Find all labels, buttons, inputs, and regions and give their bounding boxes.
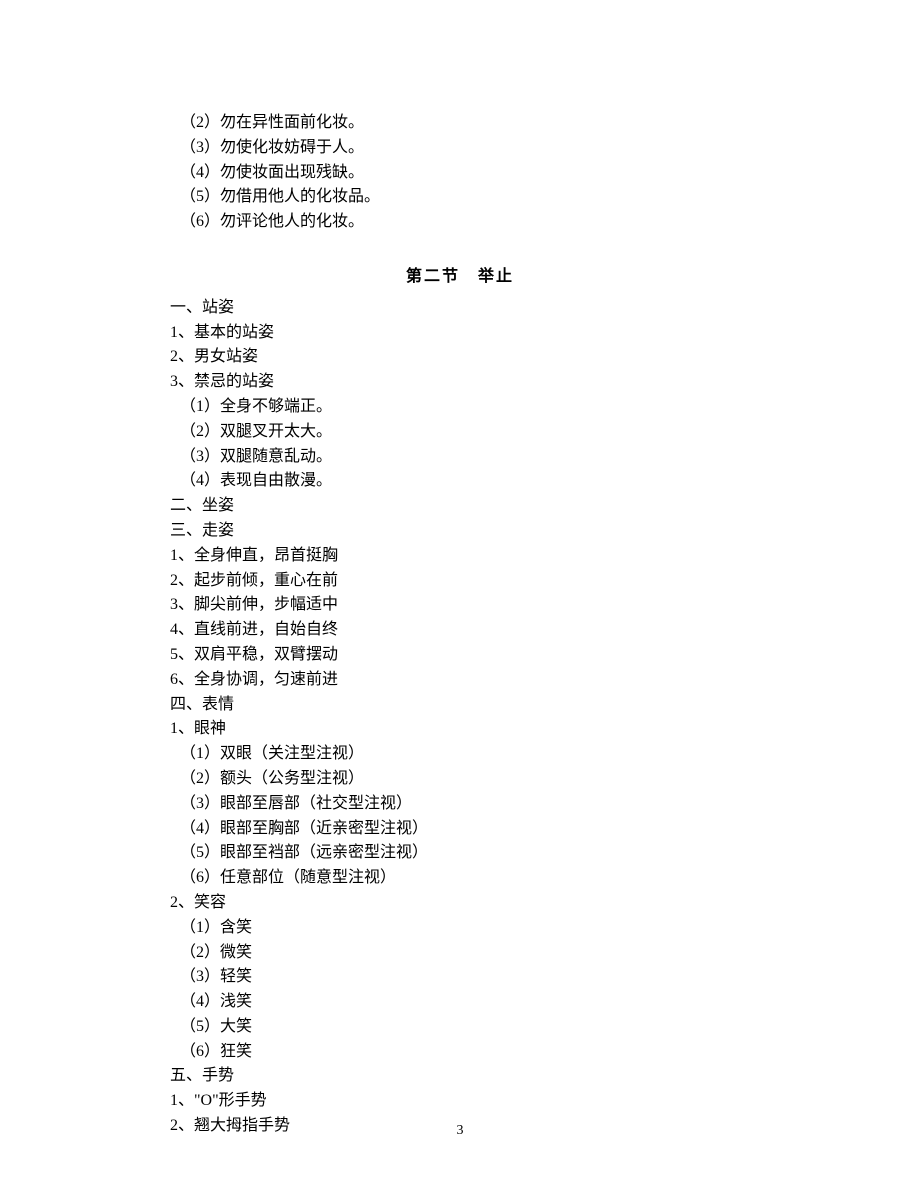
text-line: 1、全身伸直，昂首挺胸: [170, 544, 750, 569]
text-line: 2、男女站姿: [170, 345, 750, 370]
text-line: 1、眼神: [170, 717, 750, 742]
text-line: （2）双腿叉开太大。: [170, 420, 750, 445]
text-line: 二、坐姿: [170, 494, 750, 519]
page-content: （2）勿在异性面前化妆。（3）勿使化妆妨碍于人。（4）勿使妆面出现残缺。（5）勿…: [0, 0, 920, 1139]
text-line: （3）轻笑: [170, 965, 750, 990]
text-line: （1）全身不够端正。: [170, 395, 750, 420]
top-block: （2）勿在异性面前化妆。（3）勿使化妆妨碍于人。（4）勿使妆面出现残缺。（5）勿…: [170, 111, 750, 235]
text-line: 一、站姿: [170, 296, 750, 321]
text-line: （4）眼部至胸部（近亲密型注视）: [170, 817, 750, 842]
body-block: 一、站姿1、基本的站姿2、男女站姿3、禁忌的站姿（1）全身不够端正。（2）双腿叉…: [170, 296, 750, 1139]
text-line: （5）勿借用他人的化妆品。: [170, 185, 750, 210]
text-line: 2、笑容: [170, 891, 750, 916]
text-line: （6）任意部位（随意型注视）: [170, 866, 750, 891]
text-line: （2）微笑: [170, 941, 750, 966]
text-line: 3、脚尖前伸，步幅适中: [170, 593, 750, 618]
text-line: 1、基本的站姿: [170, 321, 750, 346]
text-line: 4、直线前进，自始自终: [170, 618, 750, 643]
text-line: （2）额头（公务型注视）: [170, 767, 750, 792]
text-line: （5）大笑: [170, 1015, 750, 1040]
section-title: 第二节 举止: [170, 265, 750, 290]
text-line: （3）勿使化妆妨碍于人。: [170, 136, 750, 161]
text-line: 1、"O"形手势: [170, 1089, 750, 1114]
page-number: 3: [0, 1123, 920, 1139]
text-line: （3）双腿随意乱动。: [170, 445, 750, 470]
text-line: 四、表情: [170, 693, 750, 718]
text-line: （1）含笑: [170, 916, 750, 941]
text-line: 2、起步前倾，重心在前: [170, 569, 750, 594]
text-line: （3）眼部至唇部（社交型注视）: [170, 792, 750, 817]
text-line: （4）浅笑: [170, 990, 750, 1015]
text-line: 三、走姿: [170, 519, 750, 544]
text-line: （4）表现自由散漫。: [170, 469, 750, 494]
text-line: 6、全身协调，匀速前进: [170, 668, 750, 693]
text-line: （2）勿在异性面前化妆。: [170, 111, 750, 136]
text-line: 3、禁忌的站姿: [170, 370, 750, 395]
text-line: （1）双眼（关注型注视）: [170, 742, 750, 767]
text-line: 5、双肩平稳，双臂摆动: [170, 643, 750, 668]
text-line: （4）勿使妆面出现残缺。: [170, 161, 750, 186]
text-line: （5）眼部至裆部（远亲密型注视）: [170, 841, 750, 866]
text-line: 五、手势: [170, 1064, 750, 1089]
text-line: （6）狂笑: [170, 1040, 750, 1065]
text-line: （6）勿评论他人的化妆。: [170, 210, 750, 235]
